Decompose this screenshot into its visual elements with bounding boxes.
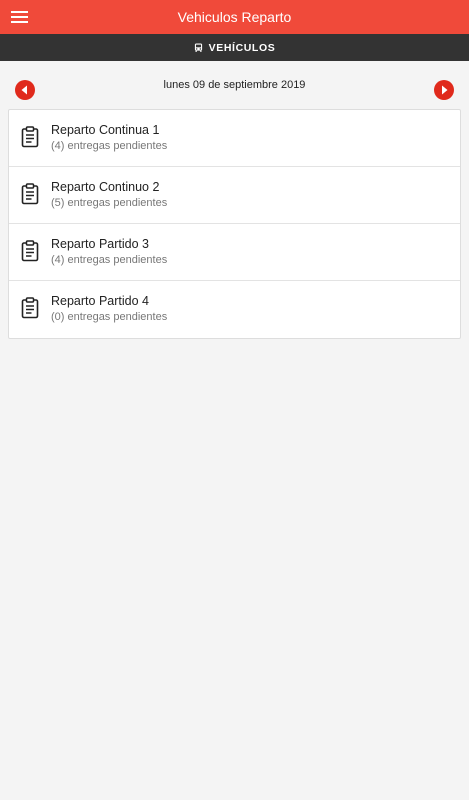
list-item[interactable]: Reparto Partido 3 (4) entregas pendiente… <box>9 224 460 281</box>
arrow-right-circle-icon[interactable] <box>434 80 454 100</box>
pending-deliveries: (4) entregas pendientes <box>51 254 168 266</box>
date-navigation: lunes 09 de septiembre 2019 <box>0 76 469 104</box>
list-item[interactable]: Reparto Continuo 2 (5) entregas pendient… <box>9 167 460 224</box>
section-title: VEHÍCULOS <box>208 41 276 54</box>
clipboard-icon <box>21 297 39 319</box>
vehicle-name: Reparto Continua 1 <box>51 123 160 137</box>
vehicle-name: Reparto Continuo 2 <box>51 180 160 194</box>
vehicle-list: Reparto Continua 1 (4) entregas pendient… <box>8 109 461 339</box>
list-item[interactable]: Reparto Continua 1 (4) entregas pendient… <box>9 110 460 167</box>
pending-deliveries: (5) entregas pendientes <box>51 197 168 209</box>
current-date: lunes 09 de septiembre 2019 <box>163 79 306 91</box>
app-header: Vehiculos Reparto <box>0 0 469 34</box>
vehicle-name: Reparto Partido 4 <box>51 294 149 308</box>
section-tab-bar: VEHÍCULOS <box>0 34 469 61</box>
vehicle-name: Reparto Partido 3 <box>51 237 149 251</box>
pending-deliveries: (0) entregas pendientes <box>51 311 168 323</box>
bus-icon <box>194 43 203 52</box>
app-title: Vehiculos Reparto <box>177 9 292 25</box>
pending-deliveries: (4) entregas pendientes <box>51 140 168 152</box>
clipboard-icon <box>21 240 39 262</box>
clipboard-icon <box>21 183 39 205</box>
list-item[interactable]: Reparto Partido 4 (0) entregas pendiente… <box>9 281 460 338</box>
next-day-button[interactable] <box>434 80 454 100</box>
clipboard-icon <box>21 126 39 148</box>
